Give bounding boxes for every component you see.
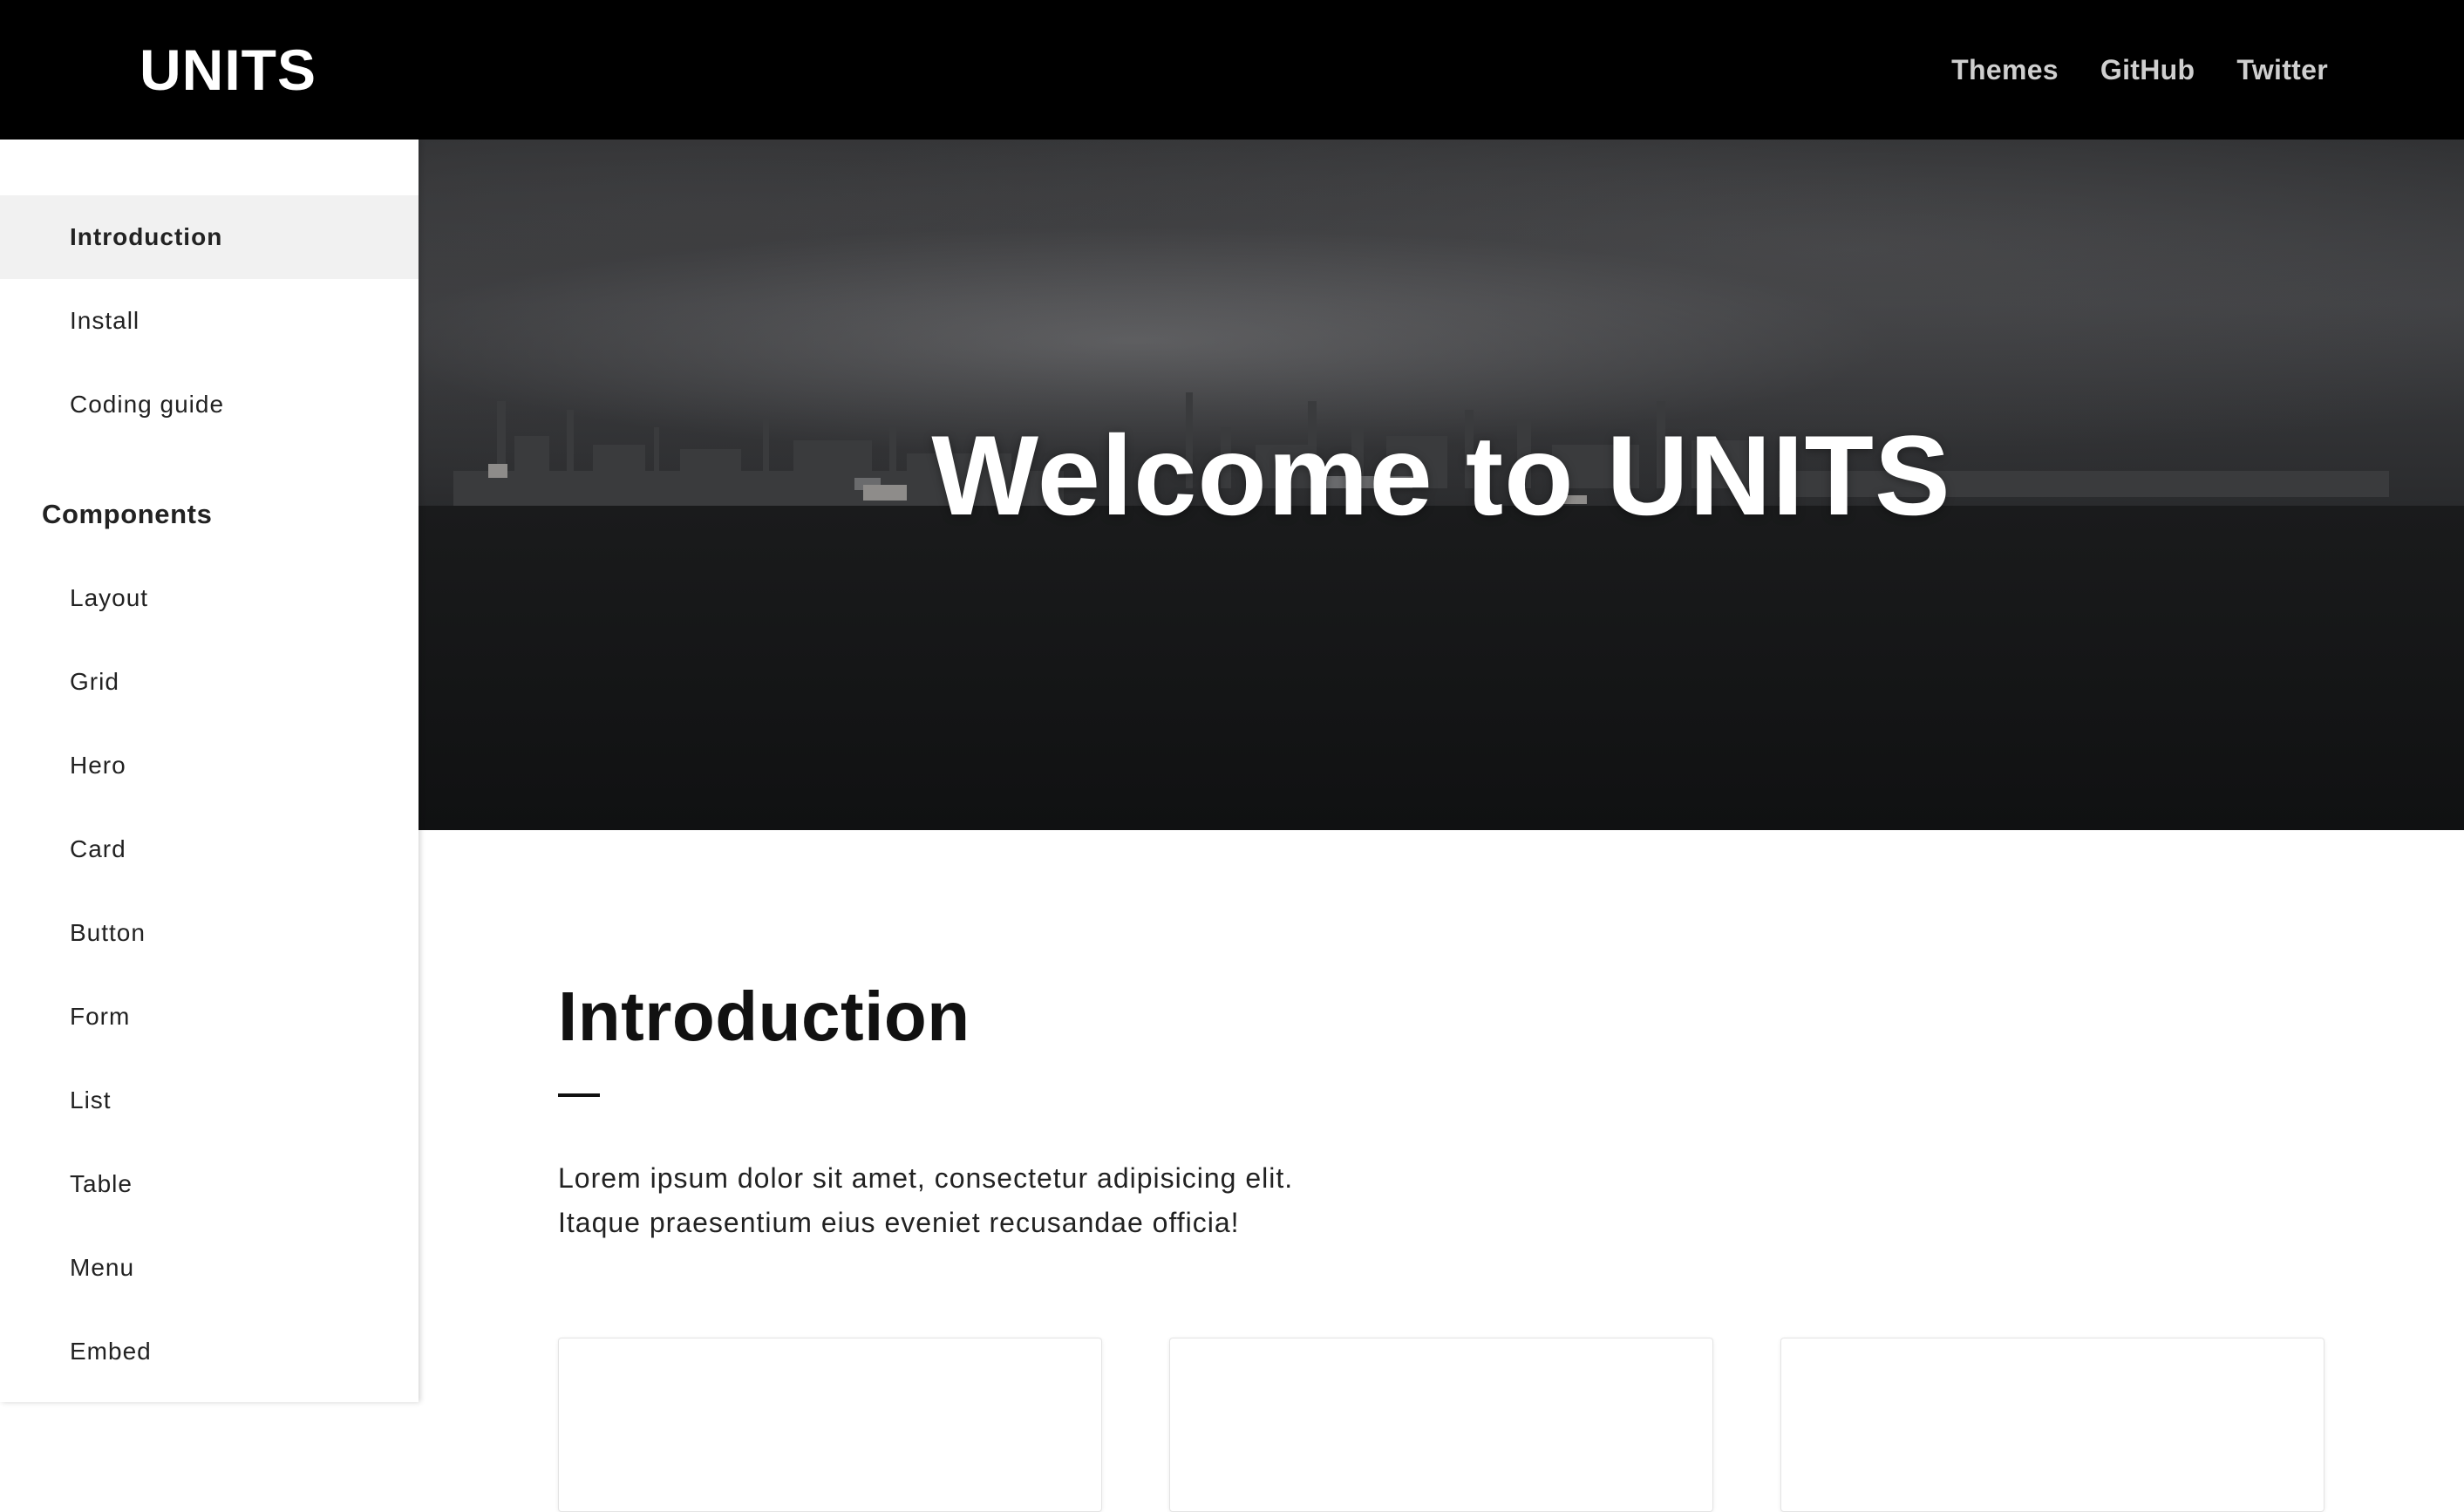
sidebar-item-table[interactable]: Table bbox=[0, 1142, 419, 1226]
intro-paragraph: Lorem ipsum dolor sit amet, consectetur … bbox=[558, 1156, 2324, 1245]
sidebar-item-card[interactable]: Card bbox=[0, 807, 419, 891]
card[interactable] bbox=[1780, 1338, 2324, 1512]
sidebar-item-embed[interactable]: Embed bbox=[0, 1310, 419, 1393]
sidebar-item-introduction[interactable]: Introduction bbox=[0, 195, 419, 279]
sidebar-item-grid[interactable]: Grid bbox=[0, 640, 419, 724]
sidebar-item-coding-guide[interactable]: Coding guide bbox=[0, 363, 419, 446]
nav-link-themes[interactable]: Themes bbox=[1951, 54, 2059, 86]
nav-link-twitter[interactable]: Twitter bbox=[2236, 54, 2328, 86]
section-title: Introduction bbox=[558, 977, 970, 1055]
main-content: Introduction Lorem ipsum dolor sit amet,… bbox=[558, 830, 2324, 1512]
sidebar-item-menu[interactable]: Menu bbox=[0, 1226, 419, 1310]
sidebar-heading-components: Components bbox=[42, 499, 213, 529]
intro-line-2: Itaque praesentium eius eveniet recusand… bbox=[558, 1207, 1240, 1238]
section-divider bbox=[558, 1093, 600, 1097]
sidebar-item-hero[interactable]: Hero bbox=[0, 724, 419, 807]
hero-banner: Welcome to UNITS bbox=[419, 140, 2464, 830]
sidebar-item-layout[interactable]: Layout bbox=[0, 556, 419, 640]
intro-line-1: Lorem ipsum dolor sit amet, consectetur … bbox=[558, 1162, 1294, 1194]
card[interactable] bbox=[1169, 1338, 1713, 1512]
sidebar-item-button[interactable]: Button bbox=[0, 891, 419, 975]
brand-logo[interactable]: UNITS bbox=[140, 37, 317, 103]
top-navbar: UNITS Themes GitHub Twitter bbox=[0, 0, 2464, 140]
sidebar-item-install[interactable]: Install bbox=[0, 279, 419, 363]
sidebar-item-list[interactable]: List bbox=[0, 1059, 419, 1142]
hero-title: Welcome to UNITS bbox=[931, 412, 1951, 539]
sidebar-item-form[interactable]: Form bbox=[0, 975, 419, 1059]
card-row bbox=[558, 1338, 2324, 1512]
sidebar: Introduction Install Coding guide Compon… bbox=[0, 140, 419, 1402]
top-nav: Themes GitHub Twitter bbox=[1951, 54, 2328, 86]
card[interactable] bbox=[558, 1338, 1102, 1512]
nav-link-github[interactable]: GitHub bbox=[2100, 54, 2195, 86]
